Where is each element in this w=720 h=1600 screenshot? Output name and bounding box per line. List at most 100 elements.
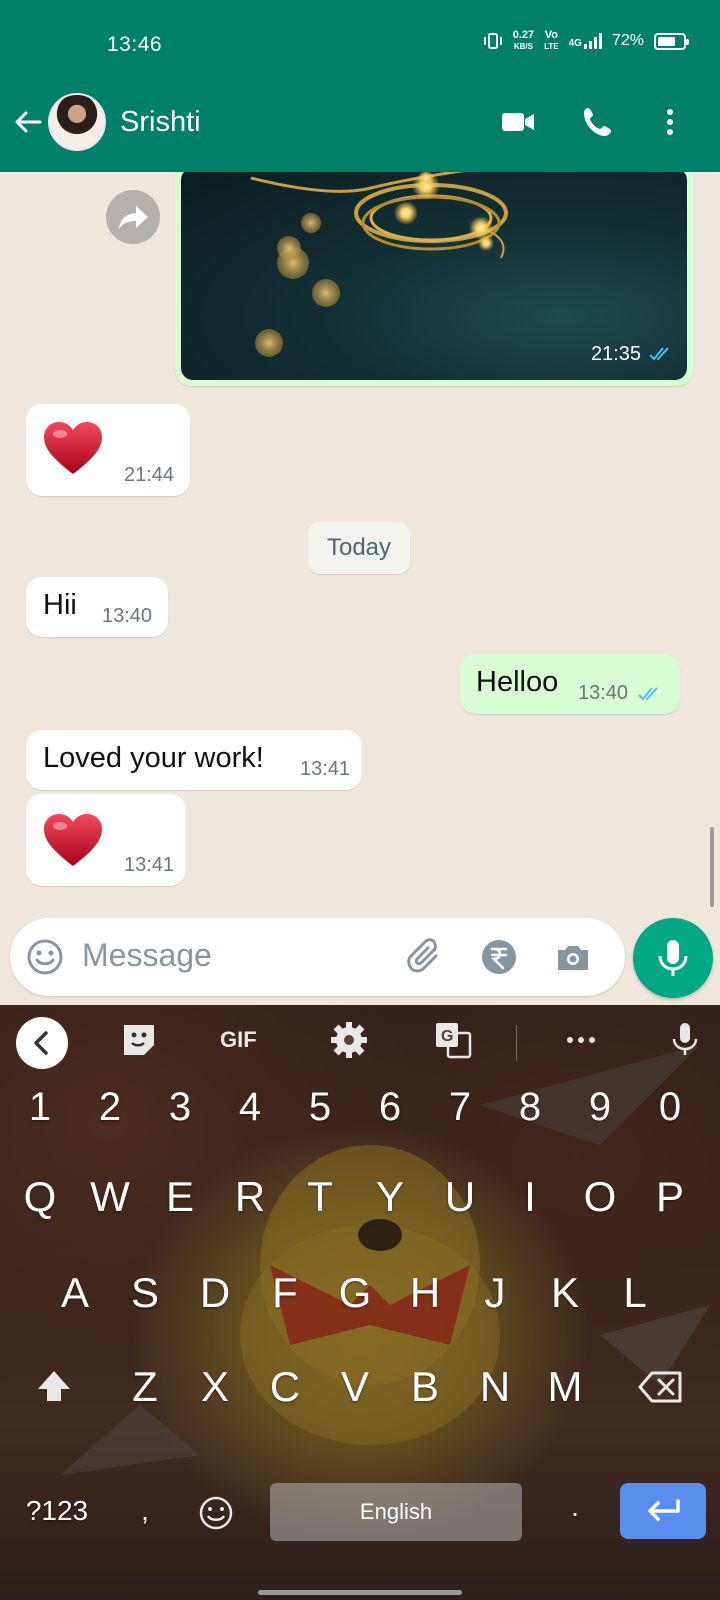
- cell-signal: 4G: [569, 33, 602, 49]
- symbols-key[interactable]: ?123: [22, 1495, 92, 1527]
- image-thumbnail[interactable]: 21:35: [181, 172, 687, 380]
- volte-bottom: LTE: [544, 42, 559, 51]
- chat-header: Srishti: [0, 90, 720, 172]
- heart-emoji: [44, 422, 102, 474]
- period-key[interactable]: .: [545, 1491, 605, 1523]
- key[interactable]: D: [185, 1269, 245, 1317]
- key[interactable]: G: [325, 1269, 385, 1317]
- enter-key[interactable]: [620, 1483, 706, 1539]
- key[interactable]: I: [500, 1173, 560, 1221]
- emoji-icon[interactable]: [26, 938, 64, 976]
- key[interactable]: 5: [290, 1085, 350, 1130]
- key[interactable]: M: [535, 1363, 595, 1411]
- key[interactable]: 6: [360, 1085, 420, 1130]
- key[interactable]: U: [430, 1173, 490, 1221]
- incoming-emoji-message[interactable]: 13:41: [26, 794, 186, 886]
- key[interactable]: Q: [10, 1173, 70, 1221]
- avatar[interactable]: [48, 93, 106, 151]
- read-ticks-icon: [649, 347, 669, 361]
- key[interactable]: 9: [570, 1085, 630, 1130]
- key[interactable]: 8: [500, 1085, 560, 1130]
- key[interactable]: E: [150, 1173, 210, 1221]
- more-icon[interactable]: [560, 1019, 602, 1061]
- gif-button[interactable]: GIF: [220, 1027, 270, 1069]
- camera-icon[interactable]: [554, 938, 592, 976]
- backspace-icon[interactable]: [638, 1369, 684, 1405]
- battery-fill: [658, 36, 675, 46]
- image-message[interactable]: 21:35: [175, 172, 693, 386]
- sticker-icon[interactable]: [118, 1019, 160, 1061]
- date-divider: Today: [308, 522, 410, 574]
- key[interactable]: Z: [115, 1363, 175, 1411]
- key[interactable]: R: [220, 1173, 280, 1221]
- emoji-key-icon[interactable]: [198, 1495, 234, 1531]
- key[interactable]: B: [395, 1363, 455, 1411]
- back-arrow-icon[interactable]: [12, 106, 44, 138]
- outgoing-message[interactable]: Helloo 13:40: [460, 654, 680, 714]
- key[interactable]: 7: [430, 1085, 490, 1130]
- signal-bars-icon: [583, 33, 602, 49]
- voice-input-icon[interactable]: [664, 1019, 706, 1061]
- message-text: Hii: [43, 589, 77, 621]
- key[interactable]: 0: [640, 1085, 700, 1130]
- key[interactable]: V: [325, 1363, 385, 1411]
- key[interactable]: T: [290, 1173, 350, 1221]
- message-composer[interactable]: Message: [10, 918, 625, 996]
- key[interactable]: K: [535, 1269, 595, 1317]
- key[interactable]: J: [465, 1269, 525, 1317]
- key[interactable]: 1: [10, 1085, 70, 1130]
- key[interactable]: W: [80, 1173, 140, 1221]
- key[interactable]: 2: [80, 1085, 140, 1130]
- comma-key[interactable]: ,: [115, 1495, 175, 1527]
- key[interactable]: P: [640, 1173, 700, 1221]
- key[interactable]: 3: [150, 1085, 210, 1130]
- key[interactable]: A: [45, 1269, 105, 1317]
- key[interactable]: F: [255, 1269, 315, 1317]
- battery-percent: 72%: [611, 32, 644, 49]
- key[interactable]: X: [185, 1363, 245, 1411]
- key[interactable]: N: [465, 1363, 525, 1411]
- key[interactable]: L: [605, 1269, 665, 1317]
- more-options-icon[interactable]: [652, 104, 688, 140]
- attach-icon[interactable]: [406, 938, 444, 976]
- toolbar-divider: [516, 1025, 517, 1061]
- rupee-payment-icon[interactable]: [480, 938, 518, 976]
- net-speed: 0.27 KB/S: [513, 30, 534, 52]
- message-input[interactable]: Message: [82, 937, 212, 974]
- volte-indicator: Vo LTE: [544, 30, 559, 52]
- message-time: 13:41: [300, 758, 351, 780]
- key[interactable]: S: [115, 1269, 175, 1317]
- message-time: 21:44: [124, 464, 175, 486]
- heart-emoji: [44, 814, 102, 866]
- message-time: 13:40: [578, 682, 629, 704]
- forward-button[interactable]: [106, 190, 160, 244]
- voice-message-button[interactable]: [633, 918, 713, 998]
- incoming-emoji-message[interactable]: 21:44: [26, 404, 190, 496]
- chat-area[interactable]: 21:35 21:44 Today Hii 13:40 Helloo 13:40…: [0, 172, 720, 1002]
- translate-icon[interactable]: G: [432, 1019, 474, 1061]
- read-ticks-icon: [638, 687, 658, 701]
- key[interactable]: H: [395, 1269, 455, 1317]
- settings-icon[interactable]: [328, 1019, 370, 1061]
- voice-call-icon[interactable]: [580, 104, 616, 140]
- message-time: 13:41: [124, 854, 175, 876]
- net-speed-unit: KB/S: [513, 42, 533, 51]
- gesture-nav-bar[interactable]: [258, 1590, 462, 1595]
- key[interactable]: 4: [220, 1085, 280, 1130]
- mic-icon: [658, 940, 688, 976]
- battery-icon: [654, 32, 689, 50]
- shift-icon[interactable]: [34, 1367, 74, 1407]
- collapse-toolbar-button[interactable]: [16, 1017, 68, 1069]
- key[interactable]: Y: [360, 1173, 420, 1221]
- space-bar[interactable]: English: [270, 1483, 522, 1541]
- chat-scrollbar[interactable]: [710, 827, 714, 907]
- status-icons: 0.27 KB/S Vo LTE 4G 72%: [483, 30, 689, 52]
- key[interactable]: O: [570, 1173, 630, 1221]
- contact-name[interactable]: Srishti: [120, 106, 201, 139]
- video-call-icon[interactable]: [500, 104, 536, 140]
- message-time: 13:40: [102, 605, 153, 627]
- message-text: Helloo: [476, 666, 559, 698]
- incoming-message[interactable]: Loved your work! 13:41: [26, 730, 362, 790]
- key[interactable]: C: [255, 1363, 315, 1411]
- incoming-message[interactable]: Hii 13:40: [26, 577, 168, 637]
